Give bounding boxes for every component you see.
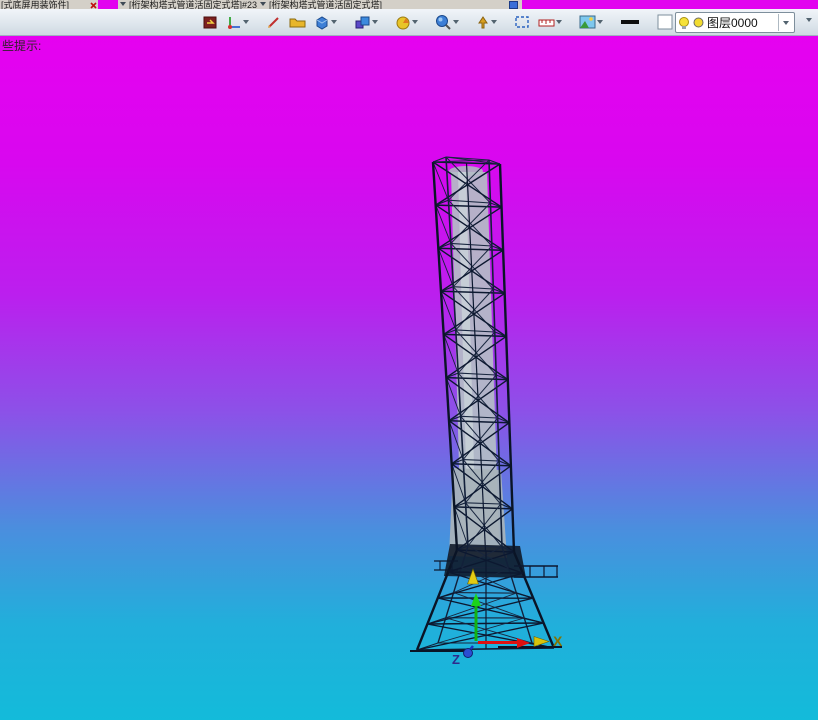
assembly-cubes-button[interactable] [352, 12, 380, 32]
chevron-down-icon[interactable] [331, 20, 337, 24]
chevron-down-icon[interactable] [243, 20, 249, 24]
return-board-icon [203, 16, 217, 28]
layer-combo-dropdown[interactable] [778, 14, 792, 31]
section-pie-icon [396, 16, 410, 29]
chevron-down-icon[interactable] [260, 2, 267, 6]
document-tab-3-label: [桁架构塔式管道活固定式塔] [269, 0, 383, 9]
part-folder-button[interactable] [287, 12, 308, 32]
layer-color-icon [693, 17, 704, 28]
layer-name: 图层0000 [707, 16, 758, 30]
document-tab-mini[interactable] [505, 0, 522, 9]
solid-cube-icon [316, 15, 328, 30]
viewport-3d[interactable] [0, 35, 818, 720]
document-tab-strip: [式底屏用装饰件] [桁架构塔式管道活固定式塔]#23 [桁架构塔式管道活固定式… [0, 0, 818, 9]
color-swatch-icon [657, 14, 673, 30]
prompt-label: 些提示: [2, 39, 42, 53]
document-tab-2-label: [桁架构塔式管道活固定式塔]#23 [129, 0, 258, 9]
chevron-down-icon [782, 20, 789, 25]
render-sphere-button[interactable] [433, 12, 461, 32]
coordinate-axes-button[interactable] [224, 12, 251, 32]
marker-pin-button[interactable] [474, 12, 499, 32]
scene-image-button[interactable] [577, 12, 605, 32]
sketch-pen-icon [268, 16, 279, 28]
document-tab-2[interactable]: [桁架构塔式管道活固定式塔]#23 [桁架构塔式管道活固定式塔] [118, 0, 512, 9]
close-icon[interactable] [90, 1, 97, 9]
window-select-button[interactable] [512, 12, 532, 32]
marker-pin-icon [478, 15, 488, 28]
document-icon [509, 1, 518, 9]
line-width-button[interactable] [618, 12, 642, 32]
color-swatch-button[interactable] [655, 12, 675, 32]
chevron-down-icon[interactable] [556, 20, 562, 24]
x-axis-label: X [553, 633, 563, 649]
ruler-icon [538, 19, 555, 26]
assembly-cubes-icon [355, 16, 370, 28]
section-pie-button[interactable] [393, 12, 420, 32]
app-window: [式底屏用装饰件] [桁架构塔式管道活固定式塔]#23 [桁架构塔式管道活固定式… [0, 0, 818, 720]
main-toolbar: 图层0000 [0, 9, 818, 36]
document-tab-1[interactable]: [式底屏用装饰件] [0, 0, 98, 9]
chevron-down-icon[interactable] [412, 20, 418, 24]
document-tab-1-label: [式底屏用装饰件] [1, 0, 70, 9]
ruler-button[interactable] [536, 12, 564, 32]
layer-combo[interactable]: 图层0000 [675, 12, 795, 33]
window-select-icon [515, 16, 529, 28]
solid-cube-button[interactable] [312, 12, 339, 32]
chevron-down-icon[interactable] [372, 20, 378, 24]
chevron-down-icon[interactable] [453, 20, 459, 24]
chevron-down-icon[interactable] [597, 20, 603, 24]
chevron-down-icon[interactable] [491, 20, 497, 24]
line-width-icon [621, 20, 639, 24]
coordinate-axes-icon [228, 16, 240, 29]
z-axis-label: Z [452, 652, 460, 667]
part-folder-icon [289, 18, 306, 28]
render-sphere-icon [436, 15, 451, 30]
scene-image-icon [579, 15, 596, 29]
return-board-button[interactable] [200, 12, 220, 32]
chevron-down-icon[interactable] [120, 2, 126, 6]
toolbar-overflow-chevron-icon[interactable] [806, 18, 812, 22]
bulb-icon [679, 16, 689, 29]
sketch-pen-button[interactable] [264, 12, 283, 32]
